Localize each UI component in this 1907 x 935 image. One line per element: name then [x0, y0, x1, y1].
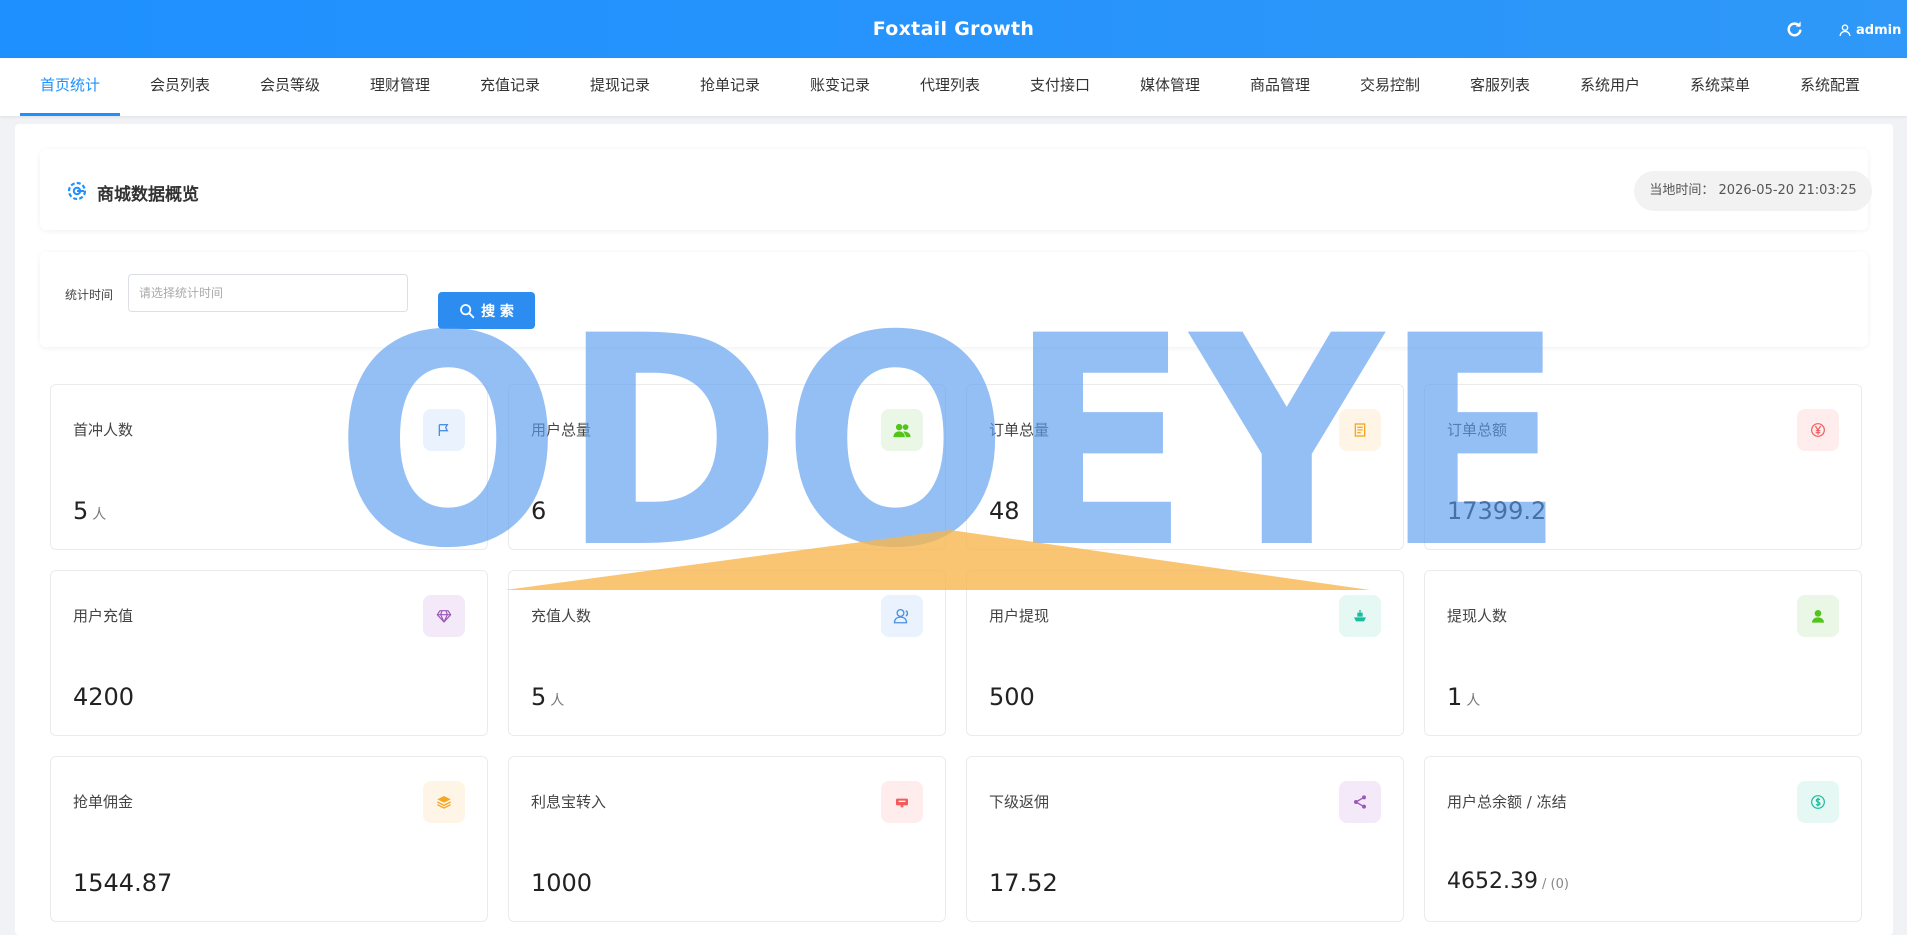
yen-icon: [1797, 409, 1839, 451]
stat-value: 500: [989, 683, 1035, 711]
user-icon: [1839, 24, 1851, 37]
main-nav: 首页统计 会员列表 会员等级 理财管理 充值记录 提现记录 抢单记录 账变记录 …: [0, 58, 1907, 116]
stat-value: 48: [989, 497, 1020, 525]
stat-value: 17.52: [989, 869, 1058, 897]
tab-system-menu[interactable]: 系统菜单: [1670, 58, 1770, 116]
stat-card-user-recharge: 用户充值 4200: [50, 570, 488, 736]
stat-label: 订单总额: [1447, 421, 1508, 439]
stat-value: 1544.87: [73, 869, 173, 897]
tab-account-changes[interactable]: 账变记录: [790, 58, 890, 116]
stat-number: 1: [1447, 683, 1463, 711]
tab-home-stats[interactable]: 首页统计: [20, 58, 120, 116]
stat-number: 5: [531, 683, 547, 711]
share-icon: [1339, 781, 1381, 823]
tab-grab-records[interactable]: 抢单记录: [680, 58, 780, 116]
stat-label: 用户总余额 / 冻结: [1447, 793, 1567, 811]
stat-unit: 人: [1466, 693, 1481, 709]
tab-products[interactable]: 商品管理: [1230, 58, 1330, 116]
main-content: 商城数据概览 当地时间： 2026-05-20 21:03:25 统计时间 搜 …: [15, 124, 1893, 935]
stat-card-withdraw-users: 提现人数 1人: [1424, 570, 1862, 736]
stat-value: 1人: [1447, 683, 1480, 711]
stat-card-total-orders: 订单总量 48: [966, 384, 1404, 550]
overview-title: 商城数据概览: [97, 185, 199, 205]
overview-header: 商城数据概览 当地时间： 2026-05-20 21:03:25: [40, 149, 1872, 230]
user-name: admin: [1856, 22, 1902, 38]
app-title: Foxtail Growth: [872, 18, 1035, 40]
stat-unit: 人: [550, 693, 565, 709]
stat-number: 5: [73, 497, 89, 525]
refresh-icon[interactable]: [1784, 19, 1804, 39]
user-menu[interactable]: admin: [1838, 20, 1907, 40]
stat-time-input[interactable]: [128, 274, 408, 312]
local-time: 当地时间： 2026-05-20 21:03:25: [1634, 171, 1872, 211]
stat-card-user-withdraw: 用户提现 500: [966, 570, 1404, 736]
stat-label: 充值人数: [531, 607, 592, 625]
tab-member-list[interactable]: 会员列表: [130, 58, 230, 116]
stat-value: 4200: [73, 683, 135, 711]
stat-label: 用户充值: [73, 607, 134, 625]
tab-system-users[interactable]: 系统用户: [1560, 58, 1660, 116]
diamond-icon: [423, 595, 465, 637]
tab-withdraw-records[interactable]: 提现记录: [570, 58, 670, 116]
tab-recharge-records[interactable]: 充值记录: [460, 58, 560, 116]
stat-label: 抢单佣金: [73, 793, 134, 811]
tab-payment-api[interactable]: 支付接口: [1010, 58, 1110, 116]
stat-label: 提现人数: [1447, 607, 1508, 625]
tab-system-config[interactable]: 系统配置: [1780, 58, 1880, 116]
stat-label: 用户总量: [531, 421, 592, 439]
stat-value: 5人: [531, 683, 564, 711]
tab-service-list[interactable]: 客服列表: [1450, 58, 1550, 116]
layers-icon: [423, 781, 465, 823]
local-time-value: 2026-05-20 21:03:25: [1718, 183, 1857, 198]
stat-card-first-recharge: 首冲人数 5人: [50, 384, 488, 550]
stat-label: 订单总量: [989, 421, 1050, 439]
stat-card-sub-rebate: 下级返佣 17.52: [966, 756, 1404, 922]
stat-label: 用户提现: [989, 607, 1050, 625]
stat-value: 5人: [73, 497, 106, 525]
filter-panel: 统计时间 搜 索: [40, 252, 1868, 347]
top-bar: Foxtail Growth admin: [0, 0, 1907, 58]
tab-finance[interactable]: 理财管理: [350, 58, 450, 116]
stat-label: 利息宝转入: [531, 793, 607, 811]
dollar-icon: [1797, 781, 1839, 823]
user-outline-icon: [881, 595, 923, 637]
stat-value: 6: [531, 497, 547, 525]
tab-agent-list[interactable]: 代理列表: [900, 58, 1000, 116]
stat-card-interest-transfer: 利息宝转入 1000: [508, 756, 946, 922]
stat-time-label: 统计时间: [65, 288, 114, 302]
stat-card-order-amount: 订单总额 17399.2: [1424, 384, 1862, 550]
search-icon: [460, 303, 475, 318]
document-icon: [1339, 409, 1381, 451]
users-icon: [881, 409, 923, 451]
stat-frozen: / (0): [1541, 877, 1569, 892]
stat-unit: 人: [92, 507, 107, 523]
search-button-label: 搜 索: [481, 303, 514, 320]
ship-icon: [1339, 595, 1381, 637]
search-button[interactable]: 搜 索: [438, 292, 535, 329]
stat-card-total-balance: 用户总余额 / 冻结 4652.39/ (0): [1424, 756, 1862, 922]
stat-card-grab-commission: 抢单佣金 1544.87: [50, 756, 488, 922]
gear-icon: [65, 179, 89, 203]
tab-trade-control[interactable]: 交易控制: [1340, 58, 1440, 116]
stat-value: 4652.39/ (0): [1447, 869, 1569, 894]
stat-card-recharge-users: 充值人数 5人: [508, 570, 946, 736]
stat-value: 17399.2: [1447, 497, 1547, 525]
tab-media[interactable]: 媒体管理: [1120, 58, 1220, 116]
user-solid-icon: [1797, 595, 1839, 637]
stat-number: 4652.39: [1447, 869, 1538, 894]
stat-label: 下级返佣: [989, 793, 1050, 811]
tab-member-level[interactable]: 会员等级: [240, 58, 340, 116]
wallet-icon: [881, 781, 923, 823]
local-time-label: 当地时间：: [1649, 183, 1715, 198]
stat-card-total-users: 用户总量 6: [508, 384, 946, 550]
stat-value: 1000: [531, 869, 593, 897]
flag-icon: [423, 409, 465, 451]
stat-label: 首冲人数: [73, 421, 134, 439]
